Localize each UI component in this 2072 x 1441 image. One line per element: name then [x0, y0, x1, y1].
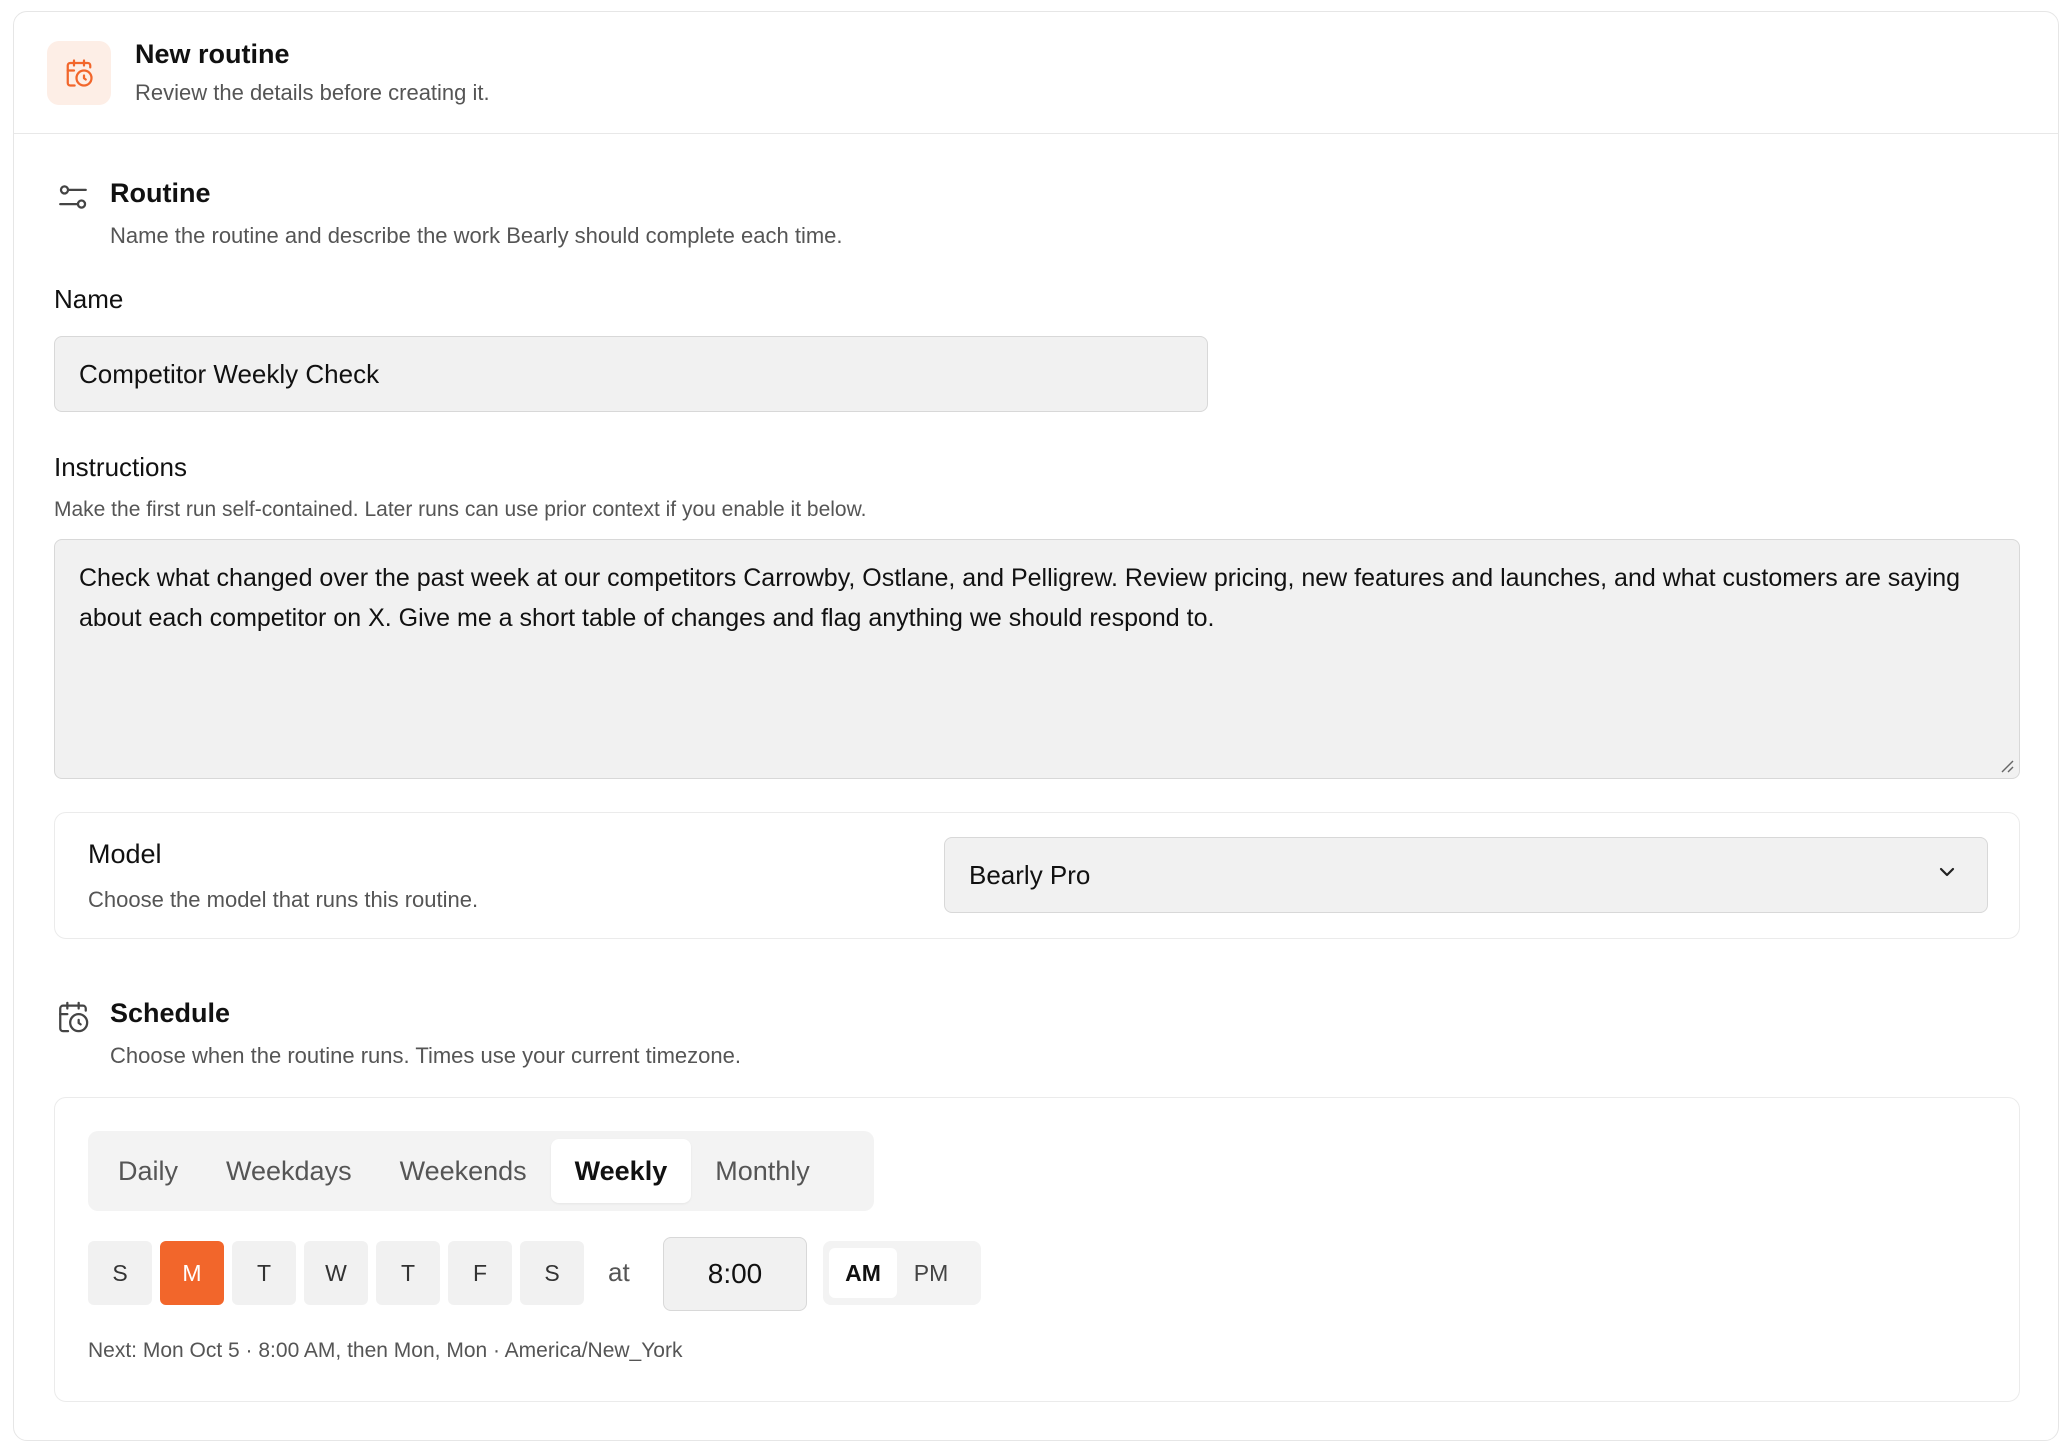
day-thursday[interactable]: T [376, 1241, 440, 1305]
chevron-down-icon [1935, 860, 1959, 891]
am-pm-toggle: AM PM [823, 1241, 981, 1305]
page-subtitle: Review the details before creating it. [135, 80, 490, 105]
model-select[interactable]: Bearly Pro [944, 837, 1988, 913]
routine-section-title: Routine [110, 178, 211, 208]
sliders-icon [56, 180, 90, 214]
instructions-hint: Make the first run self-contained. Later… [54, 498, 867, 521]
schedule-panel: Daily Weekdays Weekends Weekly Monthly S… [54, 1097, 2020, 1402]
frequency-tabs: Daily Weekdays Weekends Weekly Monthly [88, 1131, 874, 1211]
instructions-textarea[interactable] [54, 539, 2020, 779]
tab-weekdays[interactable]: Weekdays [202, 1139, 376, 1203]
tab-daily[interactable]: Daily [94, 1139, 202, 1203]
day-monday[interactable]: M [160, 1241, 224, 1305]
at-label: at [608, 1257, 630, 1287]
am-button[interactable]: AM [829, 1248, 897, 1298]
resize-handle-icon[interactable] [2000, 759, 2014, 773]
model-panel: Model Choose the model that runs this ro… [54, 812, 2020, 939]
name-input[interactable] [54, 336, 1208, 412]
calendar-clock-icon [47, 40, 111, 105]
tab-weekly[interactable]: Weekly [550, 1139, 692, 1203]
day-friday[interactable]: F [448, 1241, 512, 1305]
calendar-clock-icon [56, 1000, 90, 1034]
card-header: New routine Review the details before cr… [14, 12, 2058, 134]
model-subtitle: Choose the model that runs this routine. [88, 887, 479, 912]
day-saturday[interactable]: S [520, 1241, 584, 1305]
model-select-value: Bearly Pro [969, 859, 1091, 890]
day-sunday[interactable]: S [88, 1241, 152, 1305]
model-title: Model [88, 839, 162, 869]
next-run-text: Next: Mon Oct 5 · 8:00 AM, then Mon, Mon… [88, 1339, 683, 1362]
schedule-section-header: Schedule Choose when the routine runs. T… [56, 998, 741, 1069]
day-wednesday[interactable]: W [304, 1241, 368, 1305]
tab-weekends[interactable]: Weekends [376, 1139, 551, 1203]
pm-button[interactable]: PM [897, 1248, 965, 1298]
routine-section-header: Routine Name the routine and describe th… [56, 178, 843, 249]
instructions-label: Instructions [54, 452, 187, 482]
routine-section-subtitle: Name the routine and describe the work B… [110, 223, 843, 248]
schedule-section-title: Schedule [110, 998, 231, 1028]
tab-monthly[interactable]: Monthly [691, 1139, 834, 1203]
page-title: New routine [135, 39, 290, 69]
name-label: Name [54, 284, 124, 314]
time-input[interactable]: 8:00 [663, 1237, 807, 1311]
day-tuesday[interactable]: T [232, 1241, 296, 1305]
schedule-section-subtitle: Choose when the routine runs. Times use … [110, 1043, 741, 1068]
new-routine-card: New routine Review the details before cr… [13, 11, 2059, 1441]
